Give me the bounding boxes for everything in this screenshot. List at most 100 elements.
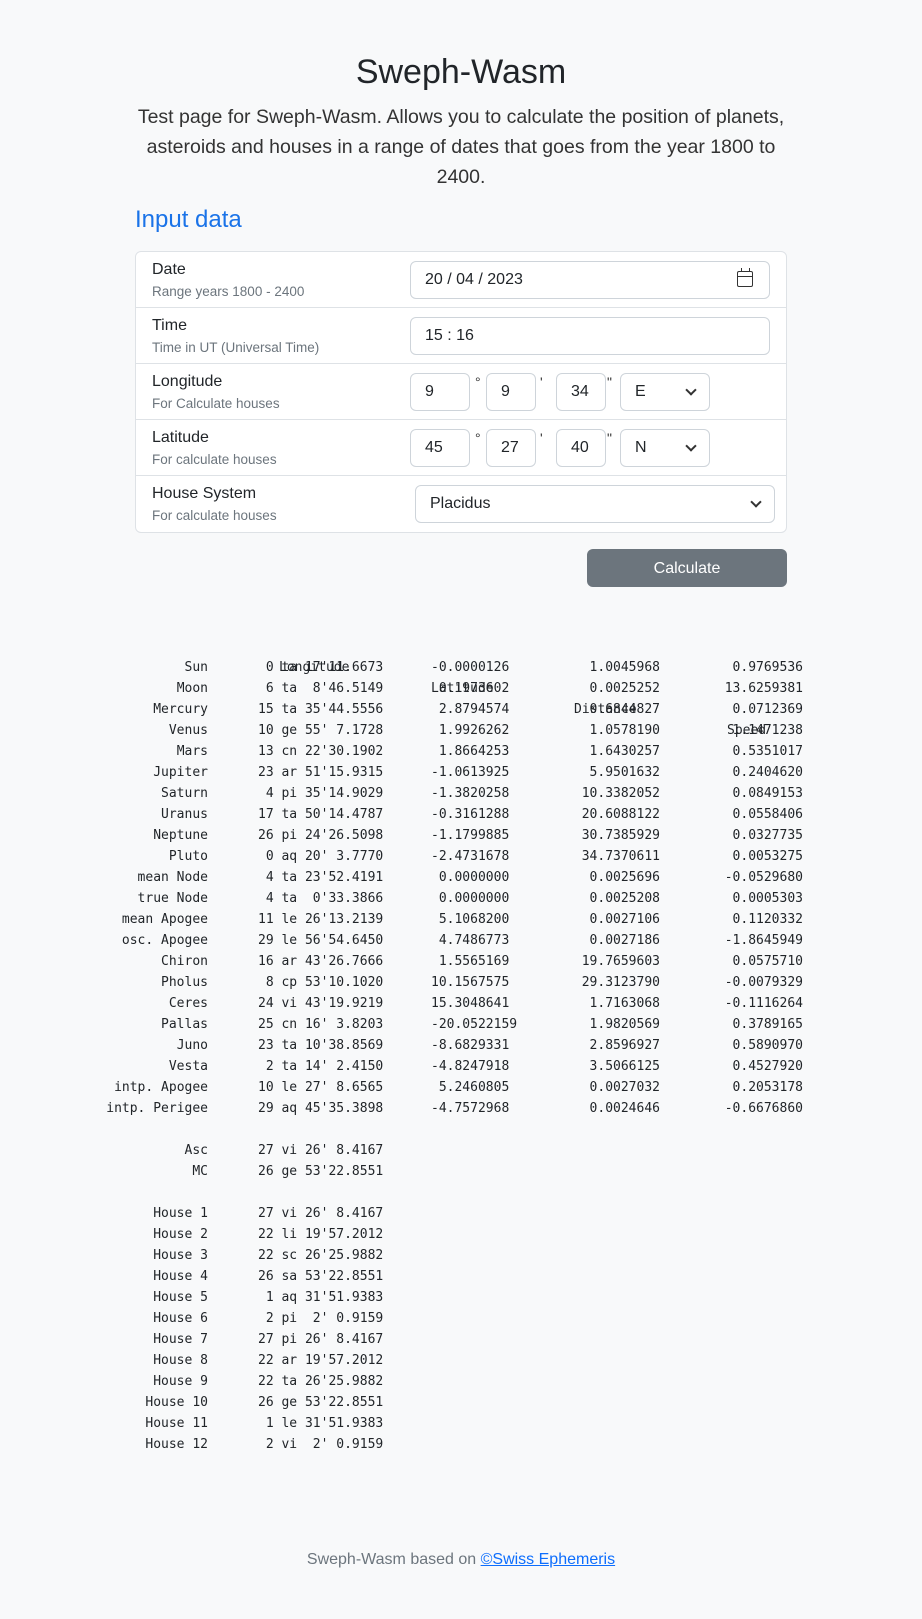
body-latitude: 5.1068200 <box>431 912 510 927</box>
body-latitude: -1.0613925 <box>431 765 510 780</box>
result-row: true Node 4 ta 0'33.3866 0.0000000 0.0025… <box>100 888 803 909</box>
body-longitude: 13 cn 22'30.1902 <box>258 744 384 759</box>
body-speed: 0.2053178 <box>732 1080 803 1095</box>
calendar-icon[interactable] <box>737 268 753 287</box>
body-name: MC <box>192 1164 208 1179</box>
longitude-seconds-input[interactable]: 34 <box>556 373 606 411</box>
latitude-label: Latitude <box>152 429 209 446</box>
body-name: mean Node <box>137 870 208 885</box>
body-longitude: 29 aq 45'35.3898 <box>258 1101 384 1116</box>
body-speed: -0.0529680 <box>724 870 803 885</box>
body-name: Mars <box>176 744 208 759</box>
result-row: Mercury 15 ta 35'44.5556 2.8794574 0.68448… <box>100 699 803 720</box>
body-longitude: 26 sa 53'22.8551 <box>258 1269 384 1284</box>
body-distance: 29.3123790 <box>581 975 660 990</box>
body-longitude: 24 vi 43'19.9219 <box>258 996 384 1011</box>
body-speed: -0.1116264 <box>724 996 803 1011</box>
body-longitude: 0 aq 20' 3.7770 <box>258 849 384 864</box>
body-latitude: 15.3048641 <box>431 996 510 1011</box>
houses-table: House 1 27 vi 26' 8.4167 House 2 22 li 19'5… <box>100 1203 800 1455</box>
longitude-row: Longitude For Calculate houses 9 ° 9 ' 3… <box>136 364 786 420</box>
latitude-minutes-input[interactable]: 27 <box>486 429 536 467</box>
house-system-hint: For calculate houses <box>152 508 277 523</box>
latitude-seconds-input[interactable]: 40 <box>556 429 606 467</box>
body-distance: 0.0025252 <box>589 681 660 696</box>
body-latitude: 1.8664253 <box>431 744 510 759</box>
result-row: Saturn 4 pi 35'14.9029 -1.3820258 10.33820… <box>100 783 803 804</box>
longitude-degrees-input[interactable]: 9 <box>410 373 470 411</box>
body-distance: 1.7163068 <box>589 996 660 1011</box>
body-speed: -0.0079329 <box>724 975 803 990</box>
body-longitude: 22 ar 19'57.2012 <box>258 1353 384 1368</box>
longitude-minutes-input[interactable]: 9 <box>486 373 536 411</box>
bodies-table: Sun 0 ta 17'11.6673 -0.0000126 1.0045968 0.… <box>100 657 803 1119</box>
result-row: Sun 0 ta 17'11.6673 -0.0000126 1.0045968 0.… <box>100 657 803 678</box>
latitude-row: Latitude For calculate houses 45 ° 27 ' … <box>136 420 786 476</box>
date-row: Date Range years 1800 - 2400 20 / 04 / 2… <box>136 252 786 308</box>
minute-symbol: ' <box>540 430 543 446</box>
date-value: 20 / 04 / 2023 <box>425 271 523 288</box>
body-longitude: 8 cp 53'10.1020 <box>258 975 384 990</box>
result-row: House 1 27 vi 26' 8.4167 <box>100 1203 800 1224</box>
body-latitude: -4.8247918 <box>431 1059 510 1074</box>
body-name: Asc <box>184 1143 208 1158</box>
body-latitude: -0.3161288 <box>431 807 510 822</box>
body-name: House 1 <box>153 1206 208 1221</box>
latitude-degrees-input[interactable]: 45 <box>410 429 470 467</box>
time-input[interactable]: 15 : 16 <box>410 317 770 355</box>
body-longitude: 23 ar 51'15.9315 <box>258 765 384 780</box>
result-row: Moon 6 ta 8'46.5149 0.1973602 0.0025252 13… <box>100 678 803 699</box>
body-longitude: 22 sc 26'25.9882 <box>258 1248 384 1263</box>
body-distance: 2.8596927 <box>589 1038 660 1053</box>
result-row: MC 26 ge 53'22.8551 <box>100 1161 800 1182</box>
longitude-direction-select[interactable]: E <box>620 373 710 411</box>
body-latitude: -4.7572968 <box>431 1101 510 1116</box>
body-latitude: -8.6829331 <box>431 1038 510 1053</box>
second-symbol: " <box>607 430 612 446</box>
calculate-button[interactable]: Calculate <box>587 549 787 587</box>
chevron-down-icon <box>685 440 697 452</box>
body-name: Pallas <box>161 1017 208 1032</box>
result-row: House 6 2 pi 2' 0.9159 <box>100 1308 800 1329</box>
body-name: House 6 <box>153 1311 208 1326</box>
body-speed: 13.6259381 <box>724 681 803 696</box>
body-latitude: 1.5565169 <box>431 954 510 969</box>
body-name: true Node <box>137 891 208 906</box>
result-row: Mars 13 cn 22'30.1902 1.8664253 1.6430257 0… <box>100 741 803 762</box>
body-latitude: 0.1973602 <box>431 681 510 696</box>
result-row: Jupiter 23 ar 51'15.9315 -1.0613925 5.95016… <box>100 762 803 783</box>
result-row: intp. Perigee 29 aq 45'35.3898 -4.7572968 0… <box>100 1098 803 1119</box>
body-speed: 0.0005303 <box>732 891 803 906</box>
body-speed: -1.8645949 <box>724 933 803 948</box>
body-distance: 10.3382052 <box>581 786 660 801</box>
result-row: Juno 23 ta 10'38.8569 -8.6829331 2.8596927 0… <box>100 1035 803 1056</box>
body-name: House 12 <box>145 1437 208 1452</box>
body-longitude: 1 le 31'51.9383 <box>258 1416 384 1431</box>
body-speed: 0.0053275 <box>732 849 803 864</box>
result-row: Vesta 2 ta 14' 2.4150 -4.8247918 3.5066125… <box>100 1056 803 1077</box>
house-system-label: House System <box>152 485 257 502</box>
body-speed: 1.1471238 <box>732 723 803 738</box>
body-name: House 11 <box>145 1416 208 1431</box>
latitude-direction-select[interactable]: N <box>620 429 710 467</box>
body-longitude: 4 pi 35'14.9029 <box>258 786 384 801</box>
body-name: Pluto <box>168 849 208 864</box>
swiss-ephemeris-link[interactable]: ©Swiss Ephemeris <box>481 1551 616 1568</box>
date-input[interactable]: 20 / 04 / 2023 <box>410 261 770 299</box>
body-longitude: 17 ta 50'14.4787 <box>258 807 384 822</box>
body-name: Moon <box>176 681 208 696</box>
body-latitude: -0.0000126 <box>431 660 510 675</box>
degree-symbol: ° <box>475 430 481 446</box>
body-longitude: 22 li 19'57.2012 <box>258 1227 384 1242</box>
time-hint: Time in UT (Universal Time) <box>152 340 320 355</box>
result-row: Chiron 16 ar 43'26.7666 1.5565169 19.76596… <box>100 951 803 972</box>
body-name: Ceres <box>168 996 208 1011</box>
body-name: House 5 <box>153 1290 208 1305</box>
body-distance: 0.6844827 <box>589 702 660 717</box>
footer-text: Sweph-Wasm based on <box>306 1551 481 1568</box>
result-row: mean Apogee 11 le 26'13.2139 5.1068200 0.0… <box>100 909 803 930</box>
body-distance: 0.0025208 <box>589 891 660 906</box>
longitude-label: Longitude <box>152 373 223 390</box>
body-speed: 0.0558406 <box>732 807 803 822</box>
house-system-select[interactable]: Placidus <box>415 485 775 523</box>
